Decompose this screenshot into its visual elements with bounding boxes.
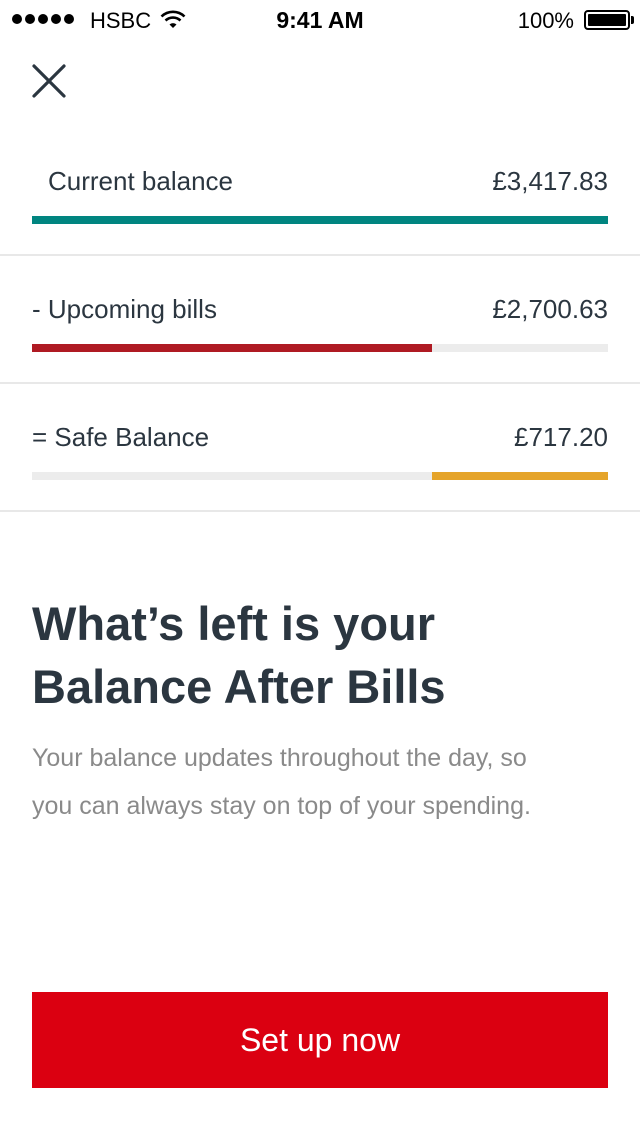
safe-balance-bar bbox=[432, 472, 608, 480]
divider bbox=[0, 382, 640, 384]
info-title: What’s left is your Balance After Bills bbox=[32, 597, 446, 713]
safe-balance-amount: £717.20 bbox=[514, 422, 608, 452]
upcoming-bills-bar bbox=[32, 344, 432, 352]
battery-percentage: 100% bbox=[517, 8, 574, 33]
safe-balance-label: = Safe Balance bbox=[32, 422, 210, 452]
status-bar: HSBC 9:41 AM 100% bbox=[0, 0, 640, 40]
close-button[interactable] bbox=[28, 60, 70, 102]
close-icon bbox=[32, 64, 66, 98]
upcoming-bills-amount: £2,700.63 bbox=[492, 294, 608, 324]
current-balance-amount: £3,417.83 bbox=[492, 166, 608, 196]
info-body: Your balance updates throughout the day,… bbox=[32, 744, 531, 820]
upcoming-bills-track bbox=[32, 344, 608, 352]
current-balance-track bbox=[32, 216, 608, 224]
upcoming-bills-label: - Upcoming bills bbox=[32, 294, 217, 324]
current-balance-bar bbox=[32, 216, 608, 224]
divider bbox=[0, 254, 640, 256]
battery-icon bbox=[584, 10, 630, 30]
current-balance-label: Current balance bbox=[48, 166, 233, 196]
divider bbox=[0, 510, 640, 512]
battery-tip bbox=[631, 16, 634, 24]
safe-balance-track bbox=[32, 472, 608, 480]
set-up-now-button[interactable]: Set up now bbox=[32, 992, 608, 1088]
